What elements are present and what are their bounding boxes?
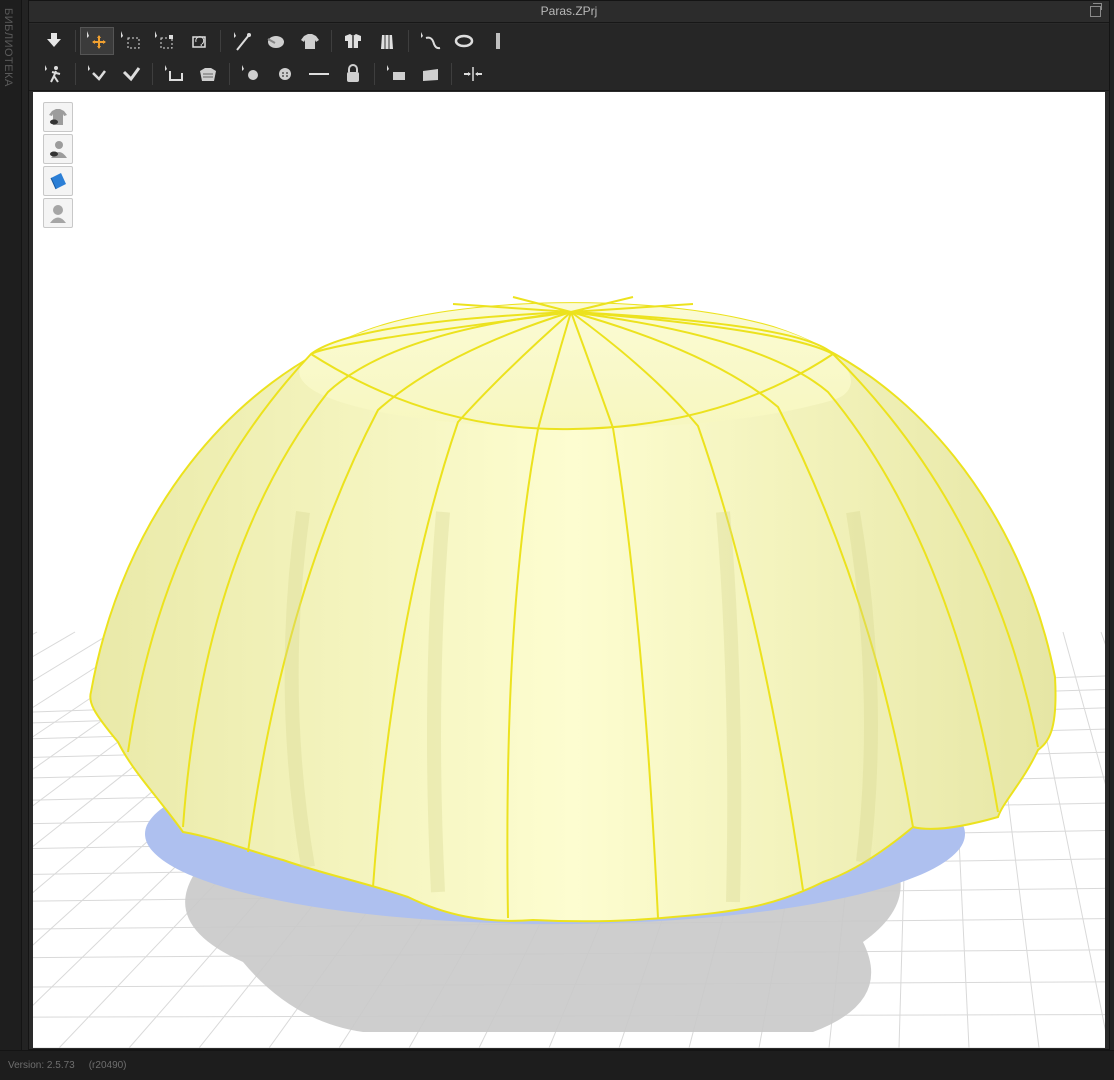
scene-canvas[interactable] — [33, 92, 1105, 1048]
elastic-loop-icon — [454, 34, 474, 47]
toolbar-separator — [374, 62, 375, 85]
toolbar-secondary — [29, 57, 1109, 91]
show-garment-icon — [49, 109, 67, 125]
fabric-pattern-icon — [200, 67, 216, 81]
select-move-icon — [87, 30, 106, 49]
fitting-suit-button[interactable] — [370, 27, 404, 55]
trim-plane-icon — [423, 68, 438, 81]
toolbar-separator — [408, 29, 409, 52]
window-title: Paras.ZPrj — [540, 4, 598, 18]
toolbar-separator — [220, 29, 221, 52]
avatar-pose-icon — [45, 64, 61, 83]
select-mesh-icon — [121, 30, 140, 48]
simulation-icon — [47, 32, 61, 47]
toolbar-separator — [75, 62, 76, 85]
trim-flat-button[interactable] — [379, 60, 413, 88]
puckering-button[interactable] — [157, 60, 191, 88]
app-root: БИБЛИОТЕКА Paras.ZPrj Version: 2.5.73 (r… — [0, 0, 1114, 1080]
avatar-silhouette-icon — [50, 205, 66, 223]
avatar-pose-button[interactable] — [37, 60, 71, 88]
trim-plane-button[interactable] — [413, 60, 447, 88]
measure-ruler-icon — [496, 32, 500, 49]
fabric-texture-icon — [50, 173, 66, 190]
fitting-suit-icon — [381, 34, 393, 49]
measure-ruler-button[interactable] — [481, 27, 515, 55]
garment-shirt-button[interactable] — [293, 27, 327, 55]
avatar-silhouette-button[interactable] — [43, 198, 73, 228]
status-bar: Version: 2.5.73 (r20490) — [0, 1050, 1114, 1080]
sewing-line-icon — [421, 31, 441, 49]
show-garment-button[interactable] — [43, 102, 73, 132]
align-points-button[interactable] — [456, 60, 490, 88]
zipper-lock-icon — [347, 63, 359, 82]
button-add-button[interactable] — [234, 60, 268, 88]
brush-button[interactable] — [114, 60, 148, 88]
library-tab-label: БИБЛИОТЕКА — [2, 8, 14, 87]
3d-window: Paras.ZPrj — [28, 0, 1110, 1050]
arrangement-button[interactable] — [336, 27, 370, 55]
build-label: (r20490) — [88, 1060, 127, 1071]
edit-texture-icon — [88, 64, 106, 81]
button-add-icon — [242, 64, 258, 80]
toolbar-separator — [75, 29, 76, 52]
fold-arrangement-icon — [192, 35, 206, 48]
grid-line — [1100, 631, 1105, 645]
viewport-display-toolbar — [43, 102, 73, 228]
sewing-line-button[interactable] — [413, 27, 447, 55]
puckering-icon — [165, 64, 183, 81]
show-avatar-icon — [50, 141, 67, 158]
button-icon — [279, 67, 291, 80]
fabric-texture-button[interactable] — [43, 166, 73, 196]
show-avatar-button[interactable] — [43, 134, 73, 164]
library-side-tab[interactable]: БИБЛИОТЕКА — [0, 0, 22, 1050]
toolbar-separator — [331, 29, 332, 52]
toolbar-separator — [451, 62, 452, 85]
toolbar-primary — [29, 24, 1109, 58]
tack-button[interactable] — [259, 27, 293, 55]
window-titlebar: Paras.ZPrj — [29, 1, 1109, 23]
arrangement-icon — [345, 33, 361, 48]
button-button[interactable] — [268, 60, 302, 88]
topstitch-button[interactable] — [302, 60, 336, 88]
edit-avatar-pose-icon — [234, 31, 251, 51]
grid-line — [1062, 631, 1105, 785]
align-points-icon — [464, 66, 482, 81]
grid-line — [33, 631, 38, 635]
simulation-button[interactable] — [37, 27, 71, 55]
toolbar-separator — [229, 62, 230, 85]
trim-flat-icon — [387, 64, 405, 80]
garment-shirt-icon — [301, 33, 319, 49]
version-label: Version: 2.5.73 — [8, 1060, 75, 1071]
transform-pattern-button[interactable] — [148, 27, 182, 55]
edit-texture-button[interactable] — [80, 60, 114, 88]
elastic-loop-button[interactable] — [447, 27, 481, 55]
toolbar-separator — [152, 62, 153, 85]
fabric-pattern-button[interactable] — [191, 60, 225, 88]
fold-arrangement-button[interactable] — [182, 27, 216, 55]
tack-icon — [267, 35, 284, 48]
zipper-lock-button[interactable] — [336, 60, 370, 88]
3d-viewport[interactable] — [33, 92, 1105, 1048]
select-mesh-button[interactable] — [114, 27, 148, 55]
restore-window-icon[interactable] — [1090, 3, 1102, 17]
select-move-button[interactable] — [80, 26, 114, 55]
edit-avatar-pose-button[interactable] — [225, 27, 259, 55]
brush-icon — [122, 66, 141, 81]
transform-pattern-icon — [155, 30, 173, 48]
topstitch-icon — [309, 72, 329, 75]
